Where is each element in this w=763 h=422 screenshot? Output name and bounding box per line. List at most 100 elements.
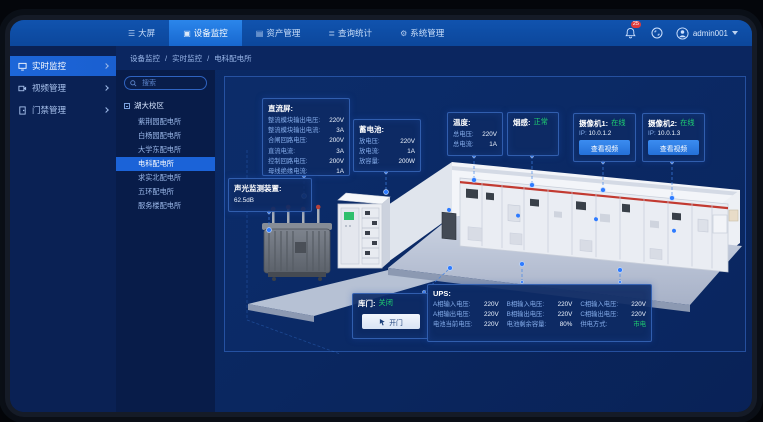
door-access-icon xyxy=(18,106,27,115)
navbar-right: 25 admin001 xyxy=(624,20,738,46)
tree-root-label: 湖大校区 xyxy=(134,100,164,111)
open-door-label: 开门 xyxy=(389,317,403,327)
field-label: B相输出电压: xyxy=(507,310,544,320)
nav-item-stats[interactable]: ≣ 查询统计 xyxy=(314,20,386,46)
screen-background: ☰ 大屏 ▣ 设备监控 ▤ 资产管理 ≣ 查询统计 ⚙ 系统管理 xyxy=(0,0,763,422)
tree-item-active[interactable]: 电科配电所 xyxy=(116,157,215,171)
camera2-view-video-button[interactable]: 查看视频 xyxy=(648,140,699,155)
bell-icon xyxy=(625,27,636,39)
field-value: 220V xyxy=(558,310,573,320)
field-label: B相输入电压: xyxy=(507,300,544,310)
field-value: 220V xyxy=(400,137,415,147)
smoke-sensor-panel: 烟感: 正常 xyxy=(507,112,559,156)
nav-item-assets[interactable]: ▤ 资产管理 xyxy=(242,20,315,46)
field-label: 控制回路电压: xyxy=(268,157,308,167)
nav-items: ☰ 大屏 ▣ 设备监控 ▤ 资产管理 ≣ 查询统计 ⚙ 系统管理 xyxy=(114,20,458,46)
nav-item-system[interactable]: ⚙ 系统管理 xyxy=(386,20,458,46)
fullscreen-icon xyxy=(651,27,663,39)
search-icon xyxy=(130,80,137,87)
ups-grid: A相输入电压:220V B相输入电压:220V C相输入电压:220V A相输出… xyxy=(433,300,646,331)
field-value: 220V xyxy=(329,116,344,126)
user-menu[interactable]: admin001 xyxy=(676,27,738,40)
notification-bell-button[interactable]: 25 xyxy=(624,26,638,40)
field-label: 母线绝缘电流: xyxy=(268,167,308,177)
video-camera-icon xyxy=(18,84,27,93)
field-label: C相输入电压: xyxy=(580,300,618,310)
camera1-ip: 10.0.1.2 xyxy=(588,130,611,137)
tree-item[interactable]: 白杨园配电所 xyxy=(116,129,215,143)
tree-item[interactable]: 求实北配电所 xyxy=(116,171,215,185)
panel-title: 摄像机1: xyxy=(579,118,608,129)
notification-badge: 25 xyxy=(631,21,641,28)
temperature-panel: 温度: 总电压:220V 总电流:1A xyxy=(447,112,503,156)
field-value: 220V xyxy=(484,300,499,310)
panel-title: 直流屏: xyxy=(268,103,344,114)
sidebar-item-access[interactable]: 门禁管理 xyxy=(10,100,116,120)
breadcrumb-segment[interactable]: 实时监控 xyxy=(172,53,202,64)
camera1-status: 在线 xyxy=(611,118,625,129)
tree-root-node[interactable]: 湖大校区 xyxy=(124,100,215,111)
field-label: 电池剩余容量: xyxy=(507,320,547,330)
screen-icon: ☰ xyxy=(128,29,135,38)
field-label: 合闸回路电压: xyxy=(268,136,308,146)
chevron-right-icon xyxy=(103,63,109,69)
field-value: 3A xyxy=(336,147,344,157)
breadcrumb: 设备监控 / 实时监控 / 电科配电所 xyxy=(116,46,752,70)
collapse-icon xyxy=(124,103,130,109)
field-value: 1A xyxy=(336,167,344,177)
field-value: 220V xyxy=(482,130,497,140)
open-door-button[interactable]: 开门 xyxy=(362,314,420,329)
tree-item[interactable]: 五环配电所 xyxy=(116,185,215,199)
camera2-panel: 摄像机2: 在线 IP: 10.0.1.3 查看视频 xyxy=(642,113,705,162)
username: admin001 xyxy=(693,29,728,38)
sidebar-item-label: 门禁管理 xyxy=(32,104,99,116)
field-value: 220V xyxy=(631,300,646,310)
field-label: 电池当前电压: xyxy=(433,320,473,330)
noise-monitor-panel: 声光监测装置: 62.5dB xyxy=(228,178,312,212)
camera1-panel: 摄像机1: 在线 IP: 10.0.1.2 查看视频 xyxy=(573,113,636,162)
tree-item[interactable]: 服务楼配电所 xyxy=(116,199,215,213)
field-value: 200V xyxy=(329,157,344,167)
cursor-icon xyxy=(379,318,386,326)
top-navbar: ☰ 大屏 ▣ 设备监控 ▤ 资产管理 ≣ 查询统计 ⚙ 系统管理 xyxy=(10,20,752,46)
field-label: 放电流: xyxy=(359,147,380,157)
field-value: 80% xyxy=(560,320,573,330)
app-window: ☰ 大屏 ▣ 设备监控 ▤ 资产管理 ≣ 查询统计 ⚙ 系统管理 xyxy=(10,20,752,412)
nav-item-dashboard[interactable]: ☰ 大屏 xyxy=(114,20,169,46)
sidebar-item-video[interactable]: 视频管理 xyxy=(10,78,116,98)
chevron-right-icon xyxy=(103,85,109,91)
nav-label: 查询统计 xyxy=(338,27,372,39)
field-label: 放电压: xyxy=(359,137,380,147)
field-value: 220V xyxy=(631,310,646,320)
field-label: 整流模块输出电压: xyxy=(268,116,320,126)
field-label: 放容量: xyxy=(359,157,380,167)
fullscreen-button[interactable] xyxy=(650,26,664,40)
ip-label: IP: xyxy=(579,130,587,137)
left-sidebar: 实时监控 视频管理 门禁管理 xyxy=(10,46,116,412)
sidebar-item-label: 视频管理 xyxy=(32,82,99,94)
field-value: 3A xyxy=(336,126,344,136)
nav-label: 大屏 xyxy=(138,27,155,39)
field-label: C相输出电压: xyxy=(580,310,618,320)
breadcrumb-segment[interactable]: 电科配电所 xyxy=(214,53,252,64)
door-status: 关闭 xyxy=(379,298,393,309)
settings-icon: ⚙ xyxy=(400,29,407,38)
breadcrumb-segment[interactable]: 设备监控 xyxy=(130,53,160,64)
sidebar-item-realtime[interactable]: 实时监控 xyxy=(10,56,116,76)
tree-search-input[interactable] xyxy=(140,79,201,88)
field-label: 总电压: xyxy=(453,130,474,140)
field-value: 1A xyxy=(489,140,497,150)
nav-item-device-monitor[interactable]: ▣ 设备监控 xyxy=(169,20,242,46)
ip-label: IP: xyxy=(648,130,656,137)
camera1-view-video-button[interactable]: 查看视频 xyxy=(579,140,630,155)
camera2-ip: 10.0.1.3 xyxy=(657,130,680,137)
field-label: 整流模块输出电流: xyxy=(268,126,320,136)
tree-item[interactable]: 紫荆园配电所 xyxy=(116,115,215,129)
user-avatar-icon xyxy=(676,27,689,40)
stats-icon: ≣ xyxy=(328,29,335,38)
asset-icon: ▤ xyxy=(256,29,264,38)
tree-item[interactable]: 大学东配电所 xyxy=(116,143,215,157)
nav-label: 系统管理 xyxy=(410,27,444,39)
field-value: 1A xyxy=(407,147,415,157)
field-label: 总电流: xyxy=(453,140,474,150)
